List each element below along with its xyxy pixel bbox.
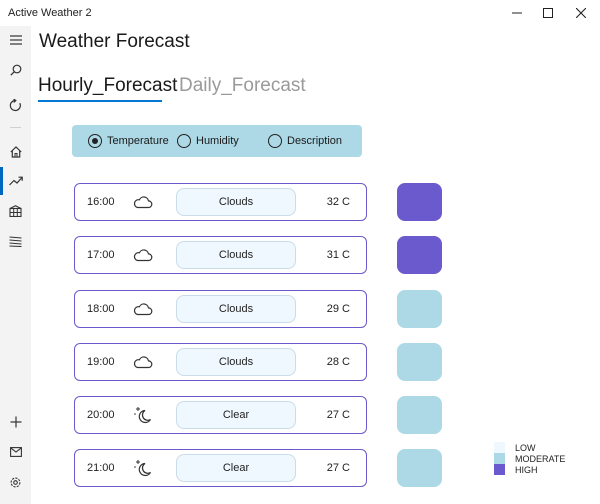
radio-circle: [268, 134, 282, 148]
sidebar-separator: [10, 127, 21, 128]
mail-button[interactable]: [0, 438, 31, 466]
forecast-time: 21:00: [87, 462, 115, 474]
grid-city-icon: [9, 205, 22, 217]
wind-button[interactable]: [0, 227, 31, 255]
forecast-time: 18:00: [87, 303, 115, 315]
selected-tab-underline: [38, 100, 162, 102]
legend-item-low: LOW: [494, 442, 536, 453]
forecast-description: Clouds: [176, 241, 296, 269]
level-swatch-moderate: [397, 396, 442, 434]
view-options-panel: Temperature Humidity Description: [72, 125, 362, 157]
forecast-row[interactable]: 21:00 Clear 27 C: [74, 449, 367, 487]
legend-swatch-low: [494, 442, 505, 453]
city-grid-button[interactable]: [0, 197, 31, 225]
cloud-icon: [133, 196, 153, 209]
level-swatch-high: [397, 236, 442, 274]
forecast-time: 17:00: [87, 249, 115, 261]
temperature-radio[interactable]: Temperature: [88, 133, 169, 149]
forecast-row[interactable]: 19:00 Clouds 28 C: [74, 343, 367, 381]
description-radio[interactable]: Description: [268, 133, 342, 149]
radio-circle: [177, 134, 191, 148]
forecast-temperature: 27 C: [326, 409, 350, 421]
temperature-radio-label: Temperature: [107, 135, 169, 147]
humidity-radio-label: Humidity: [196, 135, 239, 147]
forecast-description: Clouds: [176, 188, 296, 216]
home-button[interactable]: [0, 138, 31, 166]
settings-icon: [10, 477, 21, 487]
cloud-icon: [133, 303, 153, 316]
forecast-temperature: 29 C: [326, 303, 350, 315]
trend-icon: [8, 176, 23, 186]
legend-item-moderate: MODERATE: [494, 453, 565, 464]
forecast-time: 16:00: [87, 196, 115, 208]
forecast-row[interactable]: 18:00 Clouds 29 C: [74, 290, 367, 328]
forecast-description: Clear: [176, 454, 296, 482]
settings-button[interactable]: [0, 468, 31, 496]
close-button[interactable]: [566, 3, 596, 23]
forecast-description: Clear: [176, 401, 296, 429]
title-bar: Active Weather 2: [0, 0, 600, 26]
forecast-temperature: 27 C: [326, 462, 350, 474]
tab-daily-forecast[interactable]: Daily_Forecast: [179, 75, 306, 97]
radio-dot: [92, 138, 98, 144]
legend-swatch-high: [494, 464, 505, 475]
level-swatch-moderate: [397, 343, 442, 381]
hamburger-menu-icon: [9, 35, 22, 45]
level-swatch-moderate: [397, 449, 442, 487]
moon-clear-icon: [134, 407, 152, 424]
description-radio-label: Description: [287, 135, 343, 147]
add-icon: [10, 416, 21, 428]
maximize-icon: [543, 8, 553, 18]
legend-label: HIGH: [515, 464, 538, 475]
maximize-button[interactable]: [533, 3, 563, 23]
cloud-icon: [133, 356, 153, 369]
tab-hourly-forecast[interactable]: Hourly_Forecast: [38, 75, 177, 97]
refresh-icon: [9, 98, 21, 111]
sidebar: [0, 26, 31, 504]
wind-lines-icon: [9, 235, 22, 247]
app-title: Active Weather 2: [8, 7, 92, 19]
forecast-temperature: 32 C: [326, 196, 350, 208]
minimize-button[interactable]: [502, 3, 532, 23]
forecast-row[interactable]: 20:00 Clear 27 C: [74, 396, 367, 434]
forecast-row[interactable]: 17:00 Clouds 31 C: [74, 236, 367, 274]
legend-swatch-moderate: [494, 453, 505, 464]
forecast-description: Clouds: [176, 295, 296, 323]
forecast-time: 20:00: [87, 409, 115, 421]
legend-label: LOW: [515, 442, 536, 453]
hamburger-menu-button[interactable]: [0, 26, 31, 54]
search-icon: [9, 64, 21, 76]
page-title: Weather Forecast: [39, 31, 190, 52]
home-icon: [9, 146, 22, 158]
cloud-icon: [133, 249, 153, 262]
forecast-temperature: 31 C: [326, 249, 350, 261]
forecast-time: 19:00: [87, 356, 115, 368]
forecast-description: Clouds: [176, 348, 296, 376]
close-icon: [576, 8, 586, 18]
radio-circle-selected: [88, 134, 102, 148]
legend-item-high: HIGH: [494, 464, 538, 475]
add-button[interactable]: [0, 408, 31, 436]
humidity-radio[interactable]: Humidity: [177, 133, 239, 149]
moon-clear-icon: [134, 460, 152, 477]
forecast-row[interactable]: 16:00 Clouds 32 C: [74, 183, 367, 221]
refresh-button[interactable]: [0, 91, 31, 119]
forecast-temperature: 28 C: [326, 356, 350, 368]
level-swatch-high: [397, 183, 442, 221]
search-button[interactable]: [0, 56, 31, 84]
hourly-trend-button[interactable]: [0, 167, 31, 195]
active-indicator: [0, 167, 3, 195]
minimize-icon: [512, 12, 522, 14]
mail-icon: [9, 447, 22, 457]
level-swatch-moderate: [397, 290, 442, 328]
legend-label: MODERATE: [515, 453, 566, 464]
